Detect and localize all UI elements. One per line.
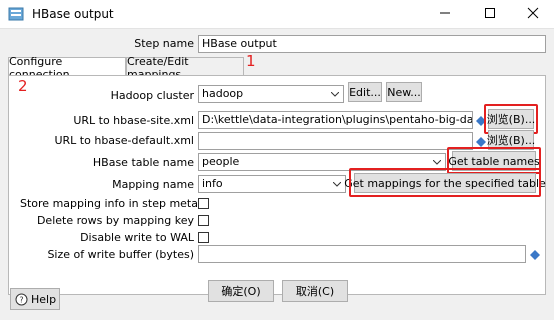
hadoop-cluster-select[interactable]: hadoop xyxy=(198,85,344,103)
maximize-icon[interactable] xyxy=(475,2,505,24)
hadoop-cluster-value: hadoop xyxy=(202,87,244,100)
help-button[interactable]: ? Help xyxy=(10,288,60,310)
table-name-value: people xyxy=(202,155,240,168)
hbase-site-label: URL to hbase-site.xml xyxy=(73,114,194,127)
step-name-label: Step name xyxy=(134,37,194,50)
highlight-get-mappings xyxy=(349,168,541,197)
tab-configure-connection[interactable]: Configure connection xyxy=(8,55,126,81)
edit-cluster-button[interactable]: Edit... xyxy=(348,82,382,102)
ok-button[interactable]: 确定(O) xyxy=(208,280,274,302)
chevron-down-icon xyxy=(331,177,343,191)
window-title: HBase output xyxy=(32,7,114,21)
write-buffer-input[interactable] xyxy=(198,245,526,263)
help-label: Help xyxy=(31,292,57,306)
cancel-button[interactable]: 取消(C) xyxy=(282,280,348,302)
tab-create-edit-mappings[interactable]: Create/Edit mappings xyxy=(126,55,244,81)
step-name-input[interactable]: HBase output xyxy=(198,35,546,53)
delete-rows-label: Delete rows by mapping key xyxy=(36,214,194,227)
store-mapping-label: Store mapping info in step meta xyxy=(20,197,198,210)
write-buffer-label: Size of write buffer (bytes) xyxy=(47,248,194,261)
disable-wal-label: Disable write to WAL xyxy=(80,231,194,244)
close-icon[interactable] xyxy=(518,2,548,24)
variable-diamond-icon xyxy=(476,137,486,147)
mapping-name-label: Mapping name xyxy=(112,178,194,191)
title-bar: HBase output xyxy=(0,0,554,28)
chevron-down-icon xyxy=(431,155,443,169)
hadoop-cluster-label: Hadoop cluster xyxy=(110,89,194,102)
hbase-default-label: URL to hbase-default.xml xyxy=(54,134,194,147)
dialog-body: Step name HBase output Configure connect… xyxy=(0,28,554,320)
variable-diamond-icon xyxy=(530,250,540,260)
svg-text:?: ? xyxy=(19,295,23,304)
minimize-icon[interactable] xyxy=(430,2,460,24)
annotation-marker-2: 2 xyxy=(18,77,28,95)
store-mapping-checkbox[interactable] xyxy=(198,198,209,209)
hbase-default-input[interactable] xyxy=(198,132,473,150)
chevron-down-icon xyxy=(329,87,341,101)
tab-bar: Configure connection Create/Edit mapping… xyxy=(8,55,546,81)
delete-rows-checkbox[interactable] xyxy=(198,215,209,226)
mapping-name-select[interactable]: info xyxy=(198,175,346,193)
table-name-label: HBase table name xyxy=(92,156,194,169)
hbase-output-icon xyxy=(8,6,24,22)
disable-wal-checkbox[interactable] xyxy=(198,232,209,243)
mapping-name-value: info xyxy=(202,177,223,190)
hbase-site-input[interactable]: D:\kettle\data-integration\plugins\penta… xyxy=(198,111,473,129)
help-icon: ? xyxy=(15,293,28,306)
new-cluster-button[interactable]: New... xyxy=(386,82,422,102)
annotation-marker-1: 1 xyxy=(246,52,256,70)
